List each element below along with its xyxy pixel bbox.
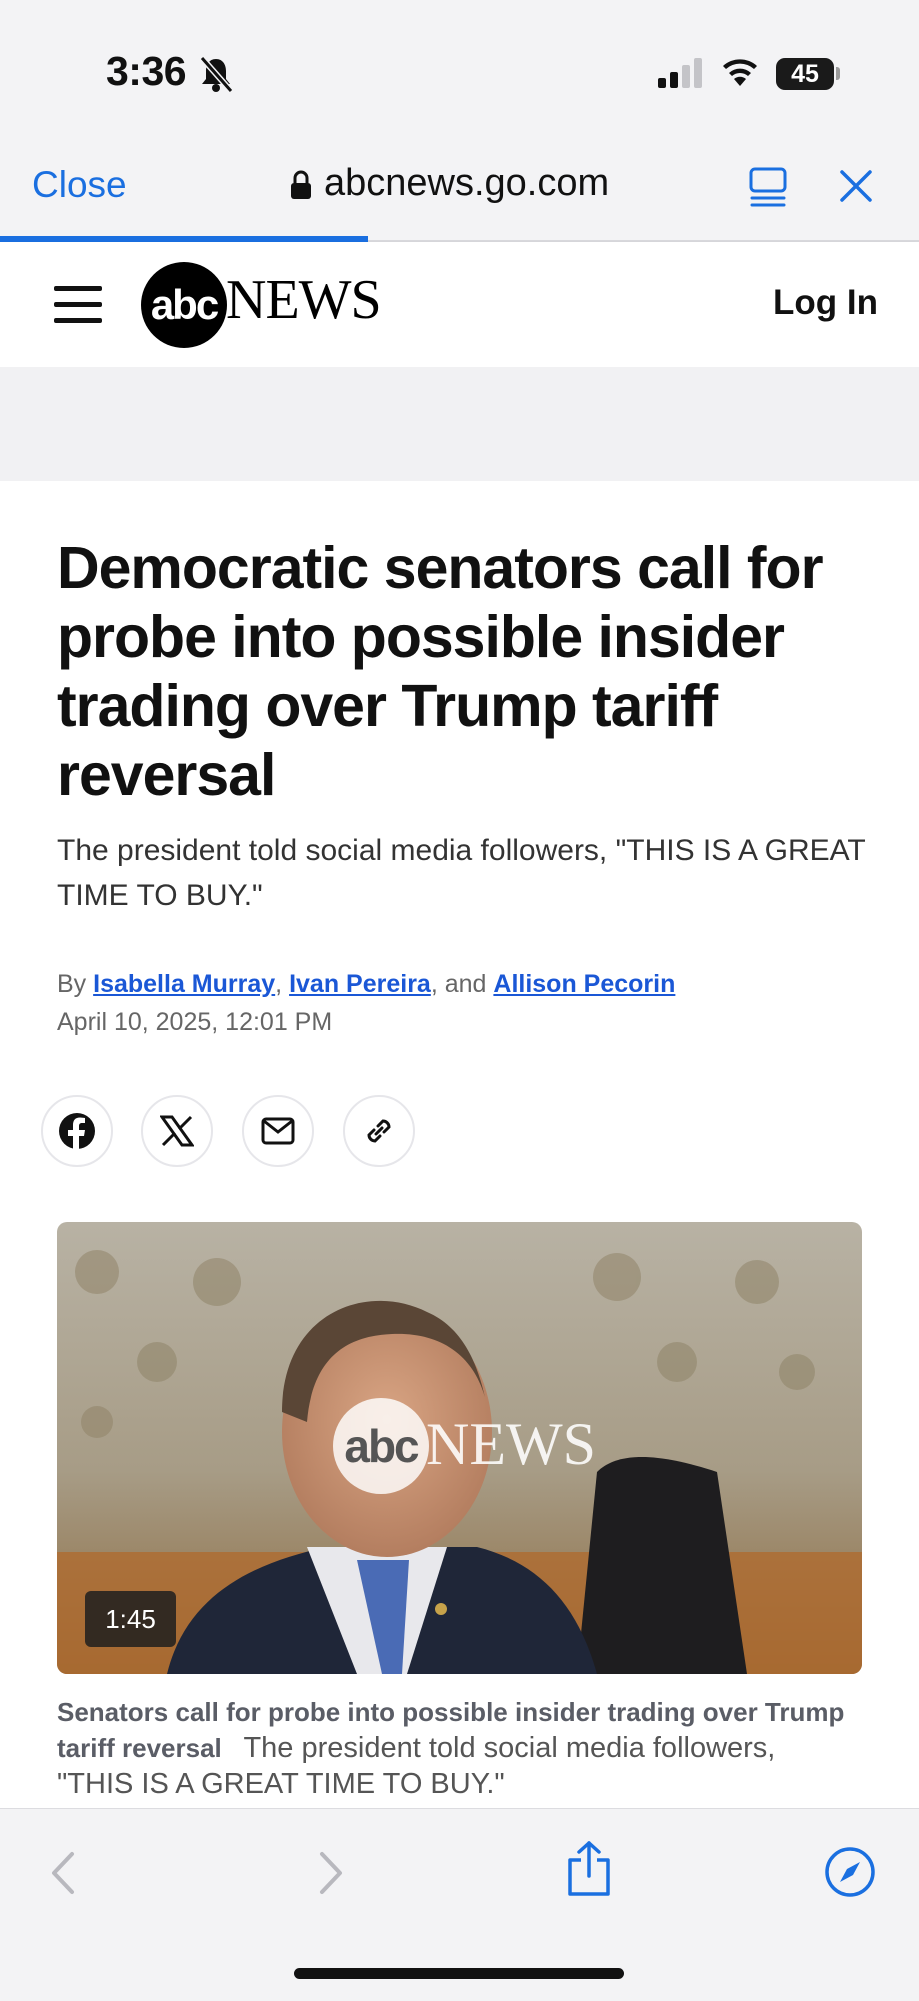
facebook-icon: [59, 1113, 95, 1150]
share-x-button[interactable]: [141, 1095, 213, 1167]
cellular-signal-icon: [658, 58, 704, 88]
news-wordmark[interactable]: NEWS: [226, 268, 382, 332]
byline-prefix: By: [57, 970, 94, 998]
article-deck: The president told social media follower…: [57, 834, 866, 912]
compass-icon[interactable]: [824, 1846, 876, 1898]
article-headline: Democratic senators call for probe into …: [57, 535, 824, 808]
abc-logo[interactable]: abc: [141, 262, 227, 348]
battery-indicator: 45: [776, 58, 834, 90]
reader-view-icon[interactable]: [748, 166, 788, 208]
link-icon: [367, 1119, 391, 1143]
back-arrow-icon[interactable]: [48, 1850, 78, 1896]
share-email-button[interactable]: [242, 1095, 314, 1167]
share-icon[interactable]: [564, 1840, 614, 1898]
login-link[interactable]: Log In: [773, 283, 878, 323]
url-field[interactable]: abcnews.go.com: [324, 162, 609, 205]
home-indicator[interactable]: [294, 1968, 624, 1979]
author-link[interactable]: Allison Pecorin: [493, 970, 675, 998]
x-logo-icon: [160, 1115, 194, 1147]
menu-icon[interactable]: [54, 286, 102, 324]
silent-bell-icon: [199, 56, 234, 93]
battery-tip: [836, 67, 840, 80]
video-watermark-news: NEWS: [426, 1411, 596, 1477]
byline-separator: ,: [275, 970, 290, 998]
forward-arrow-icon[interactable]: [316, 1850, 346, 1896]
dismiss-x-icon[interactable]: [838, 168, 874, 204]
mail-icon: [261, 1117, 295, 1145]
share-facebook-button[interactable]: [41, 1095, 113, 1167]
article-byline: By Isabella Murray, Ivan Pereira, and Al…: [57, 970, 675, 999]
video-duration-badge: 1:45: [85, 1591, 176, 1647]
author-link[interactable]: Ivan Pereira: [289, 970, 431, 998]
article-date: April 10, 2025, 12:01 PM: [57, 1008, 333, 1036]
video-watermark-logo: abc: [333, 1398, 429, 1494]
byline-separator: , and: [430, 970, 494, 998]
video-caption: Senators call for probe into possible in…: [57, 1694, 857, 1802]
lock-icon: [291, 170, 311, 199]
ad-placeholder: [0, 367, 919, 481]
close-button[interactable]: Close: [32, 164, 127, 206]
wifi-icon: [723, 59, 757, 86]
author-link[interactable]: Isabella Murray: [93, 970, 275, 998]
copy-link-button[interactable]: [343, 1095, 415, 1167]
status-time: 3:36: [106, 48, 187, 94]
